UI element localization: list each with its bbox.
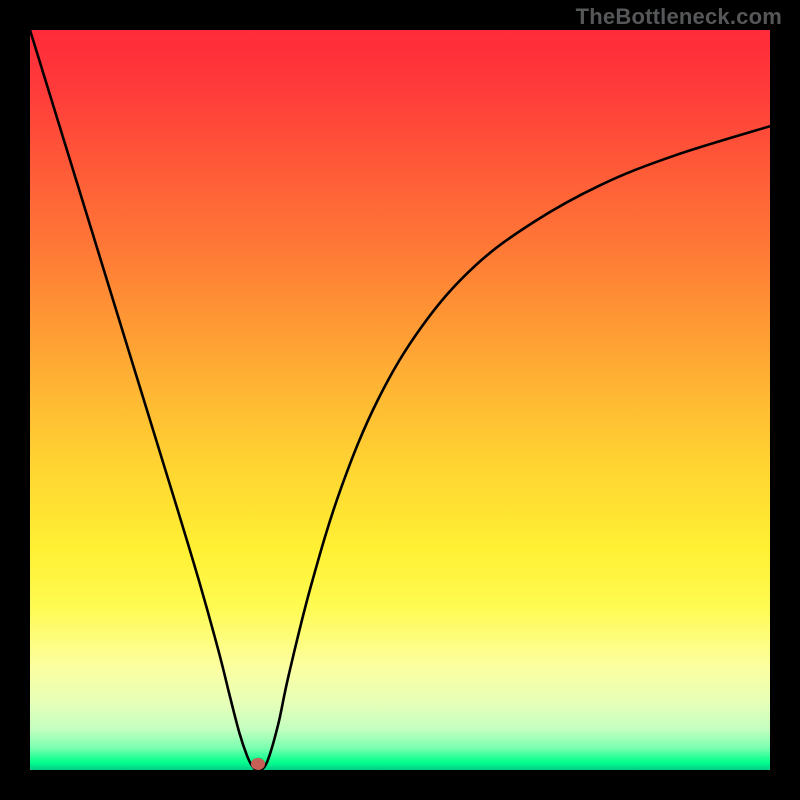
bottleneck-curve	[30, 30, 770, 770]
minimum-marker	[251, 758, 265, 770]
curve-svg	[30, 30, 770, 770]
chart-container: TheBottleneck.com	[0, 0, 800, 800]
plot-area	[30, 30, 770, 770]
watermark-text: TheBottleneck.com	[576, 4, 782, 30]
